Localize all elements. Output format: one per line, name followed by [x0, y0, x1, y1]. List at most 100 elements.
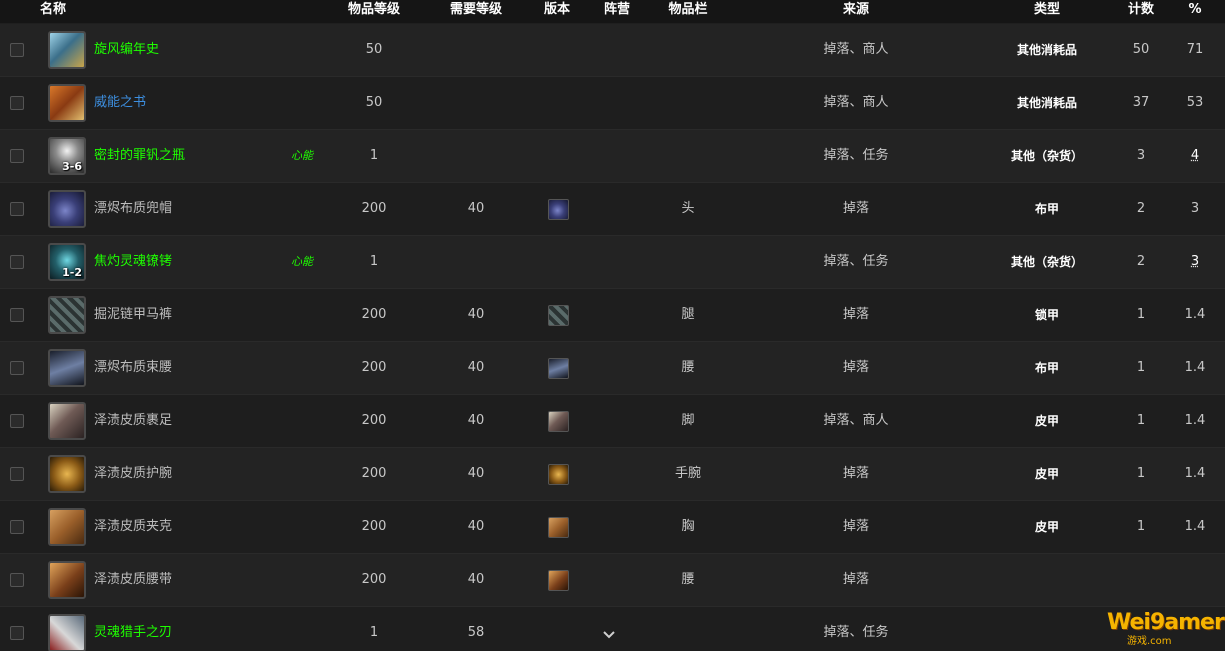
item-name-link[interactable]: 掘泥链甲马裤	[94, 289, 172, 341]
blade-icon[interactable]	[48, 614, 86, 651]
table-row[interactable]: 泽渍皮质裹足 200 40 脚 掉落、商人 皮甲 1 1.4	[0, 395, 1225, 448]
item-source: 掉落、商人	[823, 413, 889, 428]
item-name-link[interactable]: 漂烬布质兜帽	[94, 183, 172, 235]
item-name-link[interactable]: 泽渍皮质裹足	[94, 395, 172, 447]
row-checkbox[interactable]	[10, 573, 24, 587]
boots-icon[interactable]	[48, 402, 86, 440]
item-level: 50	[365, 95, 383, 110]
item-percent: 71	[1186, 42, 1204, 57]
item-source: 掉落、任务	[823, 625, 889, 640]
item-level: 200	[361, 201, 387, 216]
item-type: 布甲	[1034, 361, 1060, 375]
table-row[interactable]: 威能之书 50 掉落、商人 其他消耗品 37 53	[0, 77, 1225, 130]
row-checkbox[interactable]	[10, 308, 24, 322]
item-level: 1	[369, 625, 379, 640]
table-row[interactable]: 泽渍皮质护腕 200 40 手腕 掉落 皮甲 1 1.4	[0, 448, 1225, 501]
row-checkbox[interactable]	[10, 96, 24, 110]
row-checkbox[interactable]	[10, 626, 24, 640]
table-row[interactable]: 旋风编年史 50 掉落、商人 其他消耗品 50 71	[0, 24, 1225, 77]
row-checkbox[interactable]	[10, 43, 24, 57]
table-row[interactable]: 泽渍皮质夹克 200 40 胸 掉落 皮甲 1 1.4	[0, 501, 1225, 554]
item-percent: 1.4	[1184, 519, 1206, 534]
row-checkbox[interactable]	[10, 255, 24, 269]
table-row[interactable]: 1-2 焦灼灵魂镣铐 心能 1 掉落、任务 其他（杂货） 2 3	[0, 236, 1225, 289]
version-icon[interactable]	[548, 305, 569, 326]
item-name-link[interactable]: 泽渍皮质腰带	[94, 554, 172, 606]
item-count: 1	[1136, 360, 1146, 375]
column-header-item-level[interactable]: 物品等级	[348, 0, 400, 23]
version-icon[interactable]	[548, 411, 569, 432]
item-count: 1	[1136, 413, 1146, 428]
item-name-link[interactable]: 密封的罪钒之瓶	[94, 130, 185, 182]
column-header-source[interactable]: 来源	[843, 0, 869, 23]
required-level: 40	[467, 201, 485, 216]
book-icon[interactable]	[48, 84, 86, 122]
item-name-link[interactable]: 威能之书	[94, 77, 146, 129]
item-level: 1	[369, 254, 379, 269]
table-row[interactable]: 漂烬布质兜帽 200 40 头 掉落 布甲 2 3	[0, 183, 1225, 236]
item-source: 掉落	[842, 307, 870, 322]
vial-icon[interactable]: 3-6	[48, 137, 86, 175]
item-name-link[interactable]: 焦灼灵魂镣铐	[94, 236, 172, 288]
column-header-version[interactable]: 版本	[544, 0, 570, 23]
version-icon[interactable]	[548, 570, 569, 591]
column-header-percent[interactable]: %	[1188, 0, 1201, 23]
column-header-name[interactable]: 名称	[40, 0, 66, 23]
version-icon[interactable]	[548, 358, 569, 379]
item-source: 掉落	[842, 466, 870, 481]
item-count: 50	[1132, 42, 1150, 57]
column-header-type[interactable]: 类型	[1034, 0, 1060, 23]
item-source: 掉落	[842, 201, 870, 216]
row-checkbox[interactable]	[10, 414, 24, 428]
table-row[interactable]: 泽渍皮质腰带 200 40 腰 掉落	[0, 554, 1225, 607]
jacket-icon[interactable]	[48, 508, 86, 546]
table-row[interactable]: 漂烬布质束腰 200 40 腰 掉落 布甲 1 1.4	[0, 342, 1225, 395]
version-icon[interactable]	[548, 199, 569, 220]
mail-legs-icon[interactable]	[48, 296, 86, 334]
item-tag: 心能	[291, 149, 313, 162]
item-quantity: 3-6	[62, 160, 82, 173]
required-level: 40	[467, 307, 485, 322]
row-checkbox[interactable]	[10, 520, 24, 534]
row-checkbox[interactable]	[10, 202, 24, 216]
item-source: 掉落	[842, 360, 870, 375]
item-type: 其他消耗品	[1016, 43, 1078, 57]
item-slot: 腿	[681, 307, 695, 322]
item-name-link[interactable]: 灵魂猎手之刃	[94, 607, 172, 651]
item-name-link[interactable]: 漂烬布质束腰	[94, 342, 172, 394]
bracer-icon[interactable]	[48, 455, 86, 493]
item-name-link[interactable]: 旋风编年史	[94, 24, 159, 76]
table-row[interactable]: 掘泥链甲马裤 200 40 腿 掉落 锁甲 1 1.4	[0, 289, 1225, 342]
item-percent: 53	[1186, 95, 1204, 110]
item-percent: 1.4	[1184, 413, 1206, 428]
item-type: 锁甲	[1034, 308, 1060, 322]
column-header-faction[interactable]: 阵营	[604, 0, 630, 23]
version-icon[interactable]	[548, 517, 569, 538]
cloth-belt-icon[interactable]	[48, 349, 86, 387]
item-type: 其他（杂货）	[1010, 255, 1084, 269]
item-level: 200	[361, 413, 387, 428]
item-level: 200	[361, 307, 387, 322]
hood-icon[interactable]	[48, 190, 86, 228]
version-icon[interactable]	[548, 464, 569, 485]
shackle-icon[interactable]: 1-2	[48, 243, 86, 281]
chronicle-icon[interactable]	[48, 31, 86, 69]
item-name-link[interactable]: 泽渍皮质护腕	[94, 448, 172, 500]
item-type: 其他（杂货）	[1010, 149, 1084, 163]
item-type: 皮甲	[1034, 520, 1060, 534]
item-source: 掉落	[842, 572, 870, 587]
leather-belt-icon[interactable]	[48, 561, 86, 599]
column-header-req-level[interactable]: 需要等级	[450, 0, 502, 23]
row-checkbox[interactable]	[10, 149, 24, 163]
item-type: 皮甲	[1034, 414, 1060, 428]
column-header-slot[interactable]: 物品栏	[668, 0, 707, 23]
item-name-link[interactable]: 泽渍皮质夹克	[94, 501, 172, 553]
item-level: 1	[369, 148, 379, 163]
item-count: 3	[1136, 148, 1146, 163]
column-header-count[interactable]: 计数	[1128, 0, 1154, 23]
table-row[interactable]: 3-6 密封的罪钒之瓶 心能 1 掉落、任务 其他（杂货） 3 4	[0, 130, 1225, 183]
chevron-down-icon[interactable]	[601, 627, 617, 643]
item-slot: 腰	[681, 360, 695, 375]
row-checkbox[interactable]	[10, 361, 24, 375]
row-checkbox[interactable]	[10, 467, 24, 481]
